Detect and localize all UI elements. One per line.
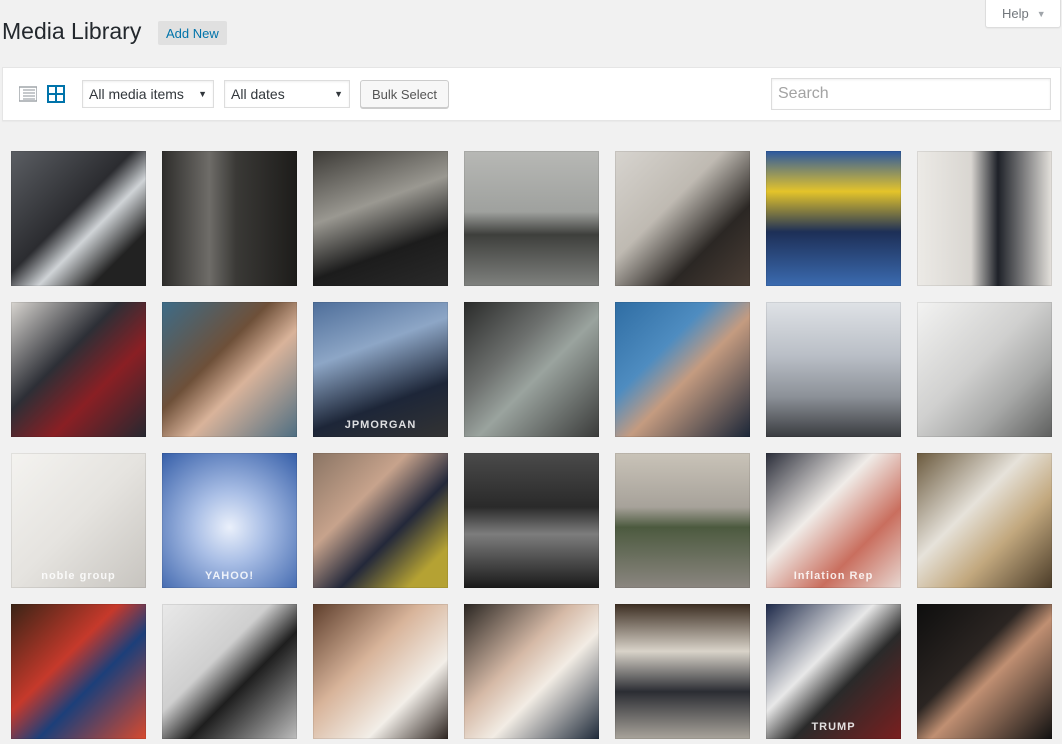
media-thumbnail-woman-with-fringe[interactable] — [162, 302, 297, 437]
media-thumbnail-man-holding-un-document[interactable] — [11, 151, 146, 286]
media-thumbnail-trump-signs-rally[interactable]: TRUMP — [766, 604, 901, 739]
caret-down-icon: ▼ — [1036, 8, 1046, 19]
media-thumbnail-man-in-dark-shadow[interactable] — [917, 604, 1052, 739]
list-view-icon[interactable] — [18, 84, 38, 104]
media-thumbnail-woman-waving[interactable] — [313, 604, 448, 739]
date-filter-value: All dates — [231, 86, 285, 102]
grid-view-icon[interactable] — [46, 84, 66, 104]
dropdown-arrow-icon: ▼ — [334, 89, 343, 99]
help-label: Help — [1002, 6, 1029, 21]
media-thumbnail-chocolate-bars[interactable] — [11, 604, 146, 739]
search-input[interactable] — [771, 78, 1051, 110]
media-thumbnail-noble-group-logo[interactable]: noble group — [11, 453, 146, 588]
date-filter[interactable]: All dates ▼ — [224, 80, 350, 108]
media-thumbnail-bank-skyscraper[interactable]: JPMORGAN — [313, 302, 448, 437]
help-tab[interactable]: Help ▼ — [985, 0, 1061, 28]
view-switch — [18, 84, 66, 104]
thumbnail-caption: TRUMP — [811, 721, 856, 733]
media-toolbar: All media items ▼ All dates ▼ Bulk Selec… — [2, 67, 1061, 121]
thumbnail-caption: JPMORGAN — [344, 419, 417, 431]
media-thumbnail-escalators-dark[interactable] — [464, 453, 599, 588]
thumbnail-caption: noble group — [41, 570, 116, 582]
media-type-filter-value: All media items — [89, 86, 184, 102]
media-thumbnail-white-car-badge[interactable] — [917, 302, 1052, 437]
media-type-filter[interactable]: All media items ▼ — [82, 80, 214, 108]
media-thumbnail-man-white-hair-suit[interactable] — [313, 151, 448, 286]
dropdown-arrow-icon: ▼ — [198, 89, 207, 99]
media-thumbnail-apartment-block-queue[interactable] — [766, 302, 901, 437]
media-thumbnail-factory-reflection[interactable] — [615, 453, 750, 588]
media-thumbnail-man-smiling-blue-background[interactable] — [615, 302, 750, 437]
thumbnail-caption: YAHOO! — [205, 570, 254, 582]
media-thumbnail-fuel-nozzle-silhouette[interactable] — [162, 604, 297, 739]
media-thumbnail-lit-cube-sculpture[interactable] — [464, 302, 599, 437]
media-thumbnail-speaker-at-microphone[interactable] — [615, 151, 750, 286]
thumbnail-caption: Inflation Rep — [793, 570, 874, 582]
media-thumbnail-woman-with-glasses[interactable] — [313, 453, 448, 588]
add-new-button[interactable]: Add New — [158, 21, 227, 45]
media-thumbnail-yahoo-logo[interactable]: YAHOO! — [162, 453, 297, 588]
media-thumbnail-politician-with-crowd[interactable] — [766, 151, 901, 286]
media-thumbnail-two-men-meeting[interactable] — [615, 604, 750, 739]
media-thumbnail-man-in-suit-smiling[interactable] — [11, 302, 146, 437]
media-thumbnail-man-in-headdress[interactable] — [917, 453, 1052, 588]
media-thumbnail-senator-with-glasses[interactable] — [464, 604, 599, 739]
media-thumbnail-man-with-red-folder[interactable] — [917, 151, 1052, 286]
bulk-select-button[interactable]: Bulk Select — [360, 80, 449, 108]
media-thumbnail-man-in-doorway[interactable] — [162, 151, 297, 286]
media-thumbnail-oil-platform-at-sea[interactable] — [464, 151, 599, 286]
page-title: Media Library — [2, 18, 142, 44]
media-thumbnail-man-inflation-report[interactable]: Inflation Rep — [766, 453, 901, 588]
